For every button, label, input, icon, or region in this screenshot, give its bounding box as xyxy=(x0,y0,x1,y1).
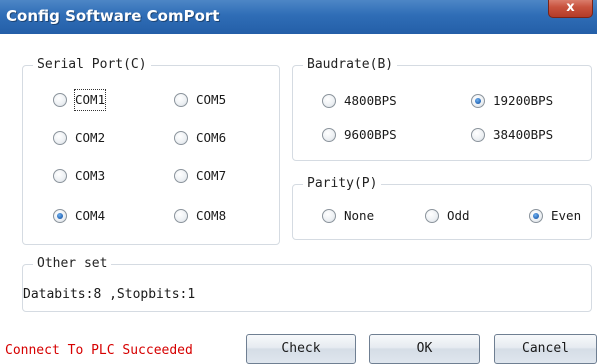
radio-indicator xyxy=(53,209,67,223)
serial-port-legend: Serial Port(C) xyxy=(33,57,151,72)
radio-indicator xyxy=(174,209,188,223)
cancel-button[interactable]: Cancel xyxy=(494,334,597,364)
radio-label: 38400BPS xyxy=(493,127,554,142)
radio-label: COM4 xyxy=(75,208,106,223)
radio-indicator xyxy=(471,128,485,142)
radio-label: COM3 xyxy=(75,168,106,183)
radio-indicator xyxy=(425,209,439,223)
radio-indicator xyxy=(322,209,336,223)
radio-indicator xyxy=(471,94,485,108)
radio-indicator xyxy=(322,128,336,142)
radio-indicator xyxy=(53,169,67,183)
radio-indicator xyxy=(174,169,188,183)
radio-label: COM5 xyxy=(196,92,227,107)
connection-status: Connect To PLC Succeeded xyxy=(5,343,193,358)
serial-port-group: Serial Port(C) COM1 COM5 COM2 COM6 COM3 … xyxy=(22,57,280,245)
radio-label: Odd xyxy=(447,208,470,223)
radio-label: COM7 xyxy=(196,168,227,183)
check-button[interactable]: Check xyxy=(246,334,356,364)
radio-label: COM1 xyxy=(73,89,107,111)
databits-stopbits-info: Databits:8 ,Stopbits:1 xyxy=(23,287,196,302)
radio-label: 9600BPS xyxy=(344,127,397,142)
baudrate-group: Baudrate(B) 4800BPS 19200BPS 9600BPS 384… xyxy=(292,57,592,161)
other-set-group: Other set Databits:8 ,Stopbits:1 xyxy=(22,256,592,312)
radio-label: Even xyxy=(551,208,582,223)
parity-legend: Parity(P) xyxy=(303,176,382,191)
baudrate-legend: Baudrate(B) xyxy=(303,57,398,72)
title-bar: Config Software ComPort x xyxy=(0,0,597,34)
radio-indicator xyxy=(174,131,188,145)
window-title: Config Software ComPort xyxy=(6,7,220,25)
ok-button[interactable]: OK xyxy=(369,334,480,364)
parity-group: Parity(P) None Odd Even xyxy=(292,176,592,240)
close-icon: x xyxy=(566,0,575,15)
close-button[interactable]: x xyxy=(548,0,593,18)
radio-label: 4800BPS xyxy=(344,93,397,108)
other-set-legend: Other set xyxy=(33,256,112,271)
radio-label: None xyxy=(344,208,375,223)
radio-label: 19200BPS xyxy=(493,93,554,108)
radio-indicator xyxy=(322,94,336,108)
radio-indicator xyxy=(174,93,188,107)
radio-label: COM8 xyxy=(196,208,227,223)
radio-indicator xyxy=(53,131,67,145)
radio-indicator xyxy=(529,209,543,223)
radio-label: COM2 xyxy=(75,130,106,145)
radio-label: COM6 xyxy=(196,130,227,145)
radio-indicator xyxy=(53,93,67,107)
dialog-body: Serial Port(C) COM1 COM5 COM2 COM6 COM3 … xyxy=(0,34,597,364)
